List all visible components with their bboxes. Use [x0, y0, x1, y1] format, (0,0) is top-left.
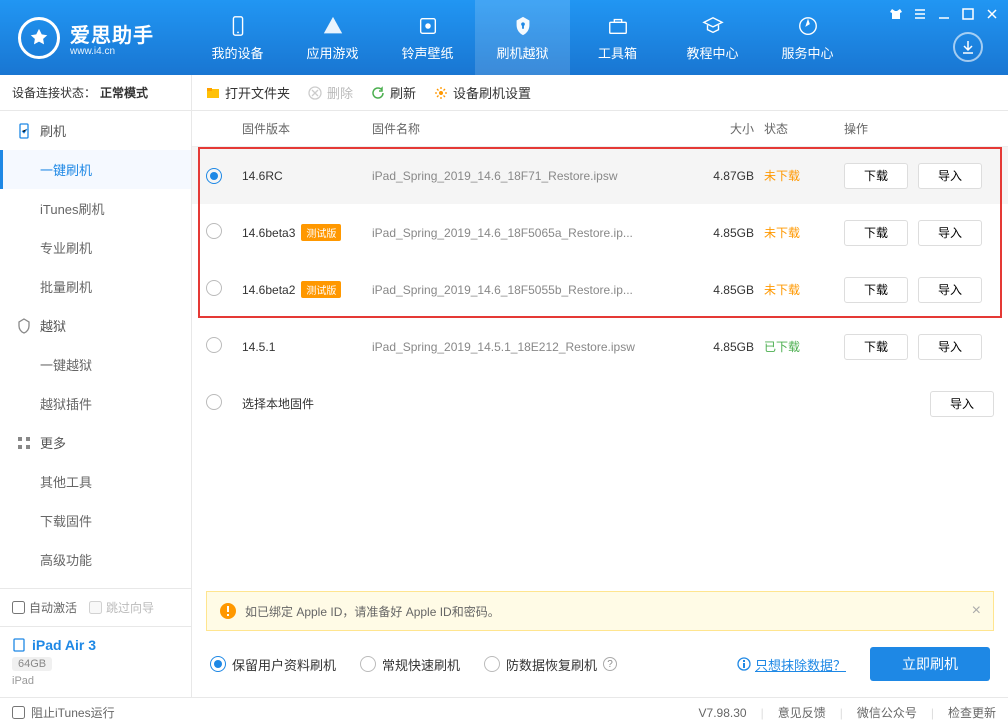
tablet-icon [12, 638, 26, 652]
flash-now-button[interactable]: 立即刷机 [870, 647, 990, 681]
download-button[interactable]: 下载 [844, 220, 908, 246]
sidebar-item-pro-flash[interactable]: 专业刷机 [0, 228, 191, 267]
download-button[interactable]: 下载 [844, 334, 908, 360]
check-update-link[interactable]: 检查更新 [948, 704, 996, 721]
sidebar-group-flash[interactable]: 刷机 [0, 111, 191, 150]
skip-guide-checkbox[interactable]: 跳过向导 [89, 599, 154, 616]
firmware-list: 14.6RC iPad_Spring_2019_14.6_18F71_Resto… [192, 147, 1008, 432]
nav-tabs: 我的设备 应用游戏 铃声壁纸 刷机越狱 工具箱 教程中心 服务中心 [190, 0, 1008, 75]
local-firmware-row[interactable]: 选择本地固件 导入 [192, 375, 1008, 432]
close-notice-icon[interactable]: × [972, 602, 981, 620]
wechat-link[interactable]: 微信公众号 [857, 704, 917, 721]
import-button[interactable]: 导入 [918, 163, 982, 189]
device-settings-button[interactable]: 设备刷机设置 [434, 83, 531, 102]
flash-options: 保留用户资料刷机 常规快速刷机 防数据恢复刷机? 只想抹除数据？ 立即刷机 [192, 631, 1008, 697]
firmware-row[interactable]: 14.6RC iPad_Spring_2019_14.6_18F71_Resto… [192, 147, 1008, 204]
nav-service[interactable]: 服务中心 [760, 0, 855, 75]
minimize-icon[interactable] [936, 6, 952, 22]
firmware-row[interactable]: 14.5.1 iPad_Spring_2019_14.5.1_18E212_Re… [192, 318, 1008, 375]
maximize-icon[interactable] [960, 6, 976, 22]
window-controls [888, 6, 1000, 22]
nav-tutorials[interactable]: 教程中心 [665, 0, 760, 75]
opt-anti-recovery[interactable]: 防数据恢复刷机? [484, 655, 617, 674]
auto-activate-checkbox[interactable]: 自动激活 [12, 599, 77, 616]
sidebar-item-advanced[interactable]: 高级功能 [0, 540, 191, 579]
radio-select[interactable] [206, 223, 222, 239]
download-button[interactable]: 下载 [844, 277, 908, 303]
open-folder-button[interactable]: 打开文件夹 [206, 83, 290, 102]
delete-button[interactable]: 删除 [308, 83, 353, 102]
nav-ringtones[interactable]: 铃声壁纸 [380, 0, 475, 75]
version-label: V7.98.30 [699, 706, 747, 720]
radio-select[interactable] [206, 394, 222, 410]
import-button[interactable]: 导入 [918, 277, 982, 303]
logo-area: 爱思助手 www.i4.cn [0, 0, 190, 75]
radio-select[interactable] [206, 280, 222, 296]
sidebar: 设备连接状态： 正常模式 刷机 一键刷机 iTunes刷机 专业刷机 批量刷机 … [0, 75, 192, 697]
footer: 阻止iTunes运行 V7.98.30| 意见反馈| 微信公众号| 检查更新 [0, 697, 1008, 727]
nav-apps[interactable]: 应用游戏 [285, 0, 380, 75]
nav-flash-jailbreak[interactable]: 刷机越狱 [475, 0, 570, 75]
sidebar-item-jb-plugins[interactable]: 越狱插件 [0, 384, 191, 423]
import-button[interactable]: 导入 [918, 334, 982, 360]
toolbar: 打开文件夹 删除 刷新 设备刷机设置 [192, 75, 1008, 111]
nav-toolbox[interactable]: 工具箱 [570, 0, 665, 75]
skin-icon[interactable] [888, 6, 904, 22]
table-header: 固件版本 固件名称 大小 状态 操作 [192, 111, 1008, 147]
opt-keep-data[interactable]: 保留用户资料刷机 [210, 655, 336, 674]
sidebar-group-more[interactable]: 更多 [0, 423, 191, 462]
app-url: www.i4.cn [70, 46, 154, 57]
erase-data-link[interactable]: 只想抹除数据？ [737, 655, 846, 674]
sidebar-item-batch-flash[interactable]: 批量刷机 [0, 267, 191, 306]
connection-status: 设备连接状态： 正常模式 [0, 75, 191, 111]
radio-select[interactable] [206, 168, 222, 184]
opt-normal[interactable]: 常规快速刷机 [360, 655, 460, 674]
sidebar-item-download-fw[interactable]: 下载固件 [0, 501, 191, 540]
apple-id-notice: 如已绑定 Apple ID，请准备好 Apple ID和密码。 × [206, 591, 994, 631]
device-info: iPad Air 3 64GB iPad [0, 626, 191, 697]
logo-icon [18, 17, 60, 59]
download-button[interactable]: 下载 [844, 163, 908, 189]
app-header: 爱思助手 www.i4.cn 我的设备 应用游戏 铃声壁纸 刷机越狱 工具箱 教… [0, 0, 1008, 75]
sidebar-item-oneclick-jb[interactable]: 一键越狱 [0, 345, 191, 384]
radio-select[interactable] [206, 337, 222, 353]
import-button[interactable]: 导入 [930, 391, 994, 417]
refresh-button[interactable]: 刷新 [371, 83, 416, 102]
help-icon[interactable]: ? [603, 657, 617, 671]
sidebar-item-oneclick-flash[interactable]: 一键刷机 [0, 150, 191, 189]
firmware-row[interactable]: 14.6beta2测试版 iPad_Spring_2019_14.6_18F50… [192, 261, 1008, 318]
sidebar-group-jailbreak[interactable]: 越狱 [0, 306, 191, 345]
content-area: 打开文件夹 删除 刷新 设备刷机设置 固件版本 固件名称 大小 状态 操作 14… [192, 75, 1008, 697]
sidebar-item-itunes-flash[interactable]: iTunes刷机 [0, 189, 191, 228]
sidebar-item-other-tools[interactable]: 其他工具 [0, 462, 191, 501]
firmware-row[interactable]: 14.6beta3测试版 iPad_Spring_2019_14.6_18F50… [192, 204, 1008, 261]
menu-icon[interactable] [912, 6, 928, 22]
import-button[interactable]: 导入 [918, 220, 982, 246]
warning-icon [219, 602, 237, 620]
app-name: 爱思助手 [70, 19, 154, 48]
feedback-link[interactable]: 意见反馈 [778, 704, 826, 721]
stop-itunes-checkbox[interactable]: 阻止iTunes运行 [12, 704, 115, 721]
nav-my-device[interactable]: 我的设备 [190, 0, 285, 75]
close-icon[interactable] [984, 6, 1000, 22]
download-manager-icon[interactable] [953, 32, 983, 62]
